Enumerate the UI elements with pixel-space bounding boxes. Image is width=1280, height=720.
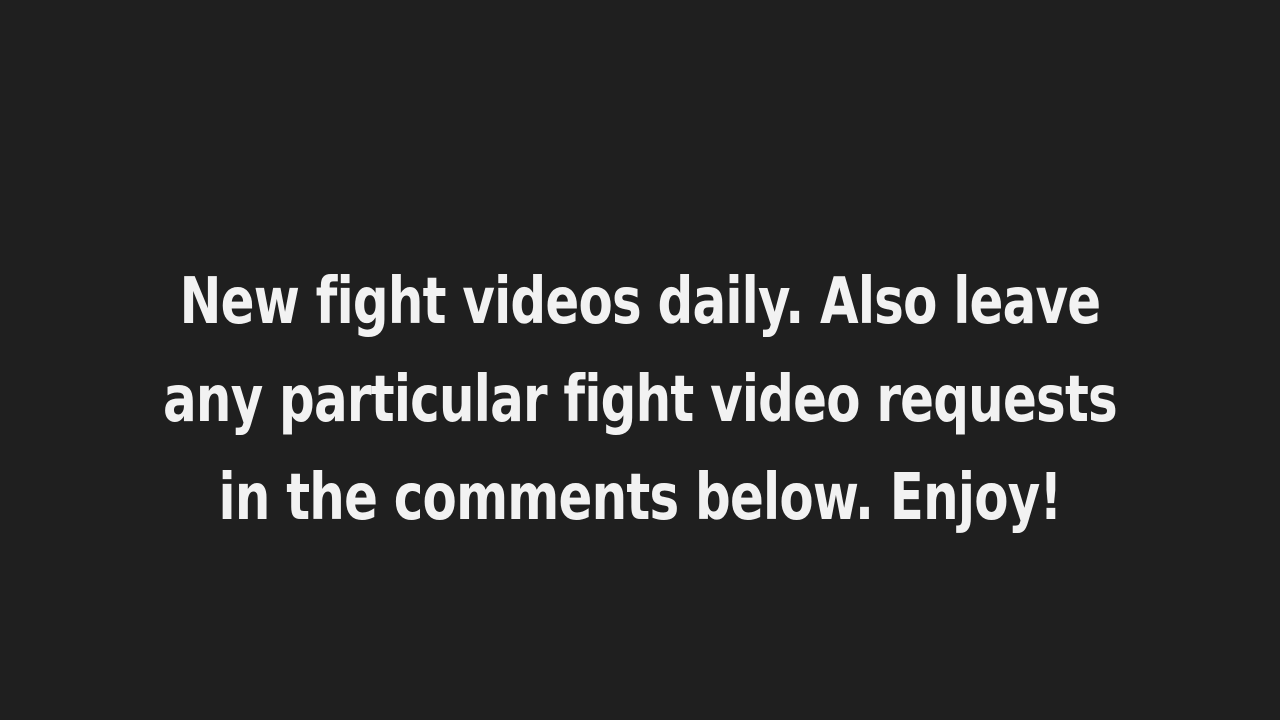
message-line-1: New fight videos daily. Also leave: [179, 265, 1101, 339]
video-frame: New fight videos daily. Also leave any p…: [0, 0, 1280, 720]
message-line-2: any particular fight video requests: [163, 363, 1118, 437]
message-text: New fight videos daily. Also leave any p…: [0, 253, 1280, 547]
message-line-3: in the comments below. Enjoy!: [218, 461, 1063, 535]
